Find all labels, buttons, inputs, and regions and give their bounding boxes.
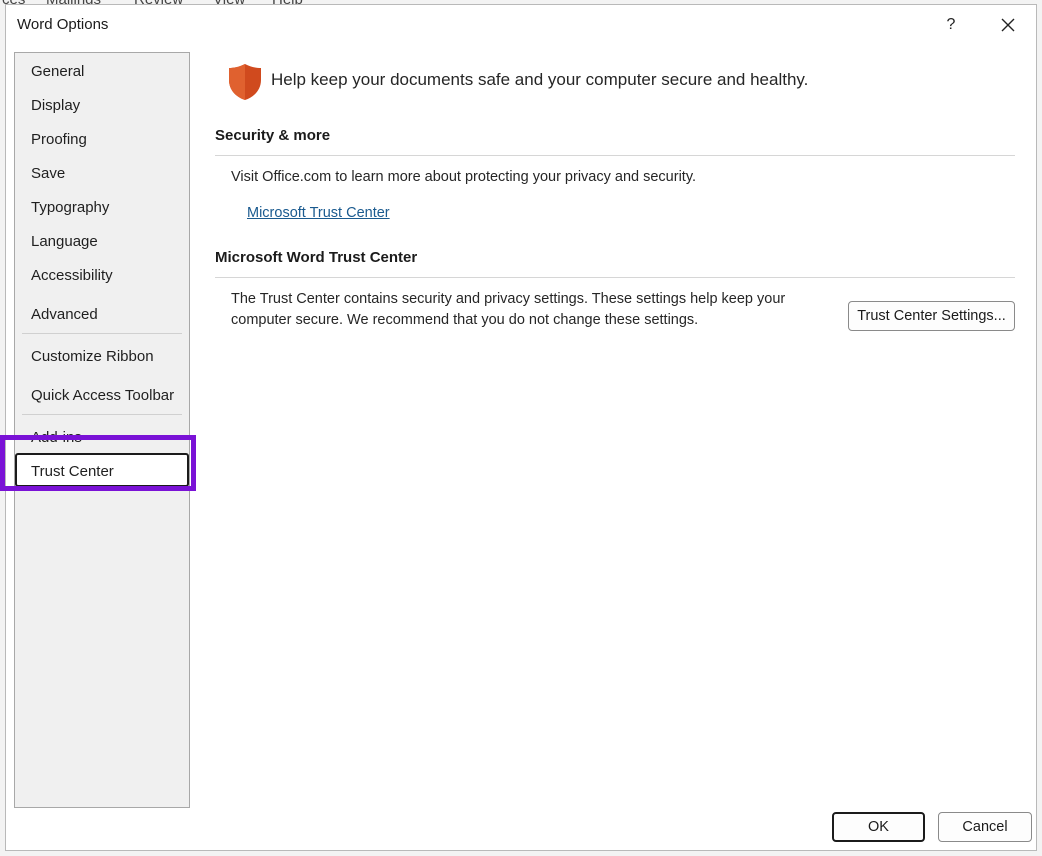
security-more-heading: Security & more xyxy=(215,127,331,144)
dialog-titlebar: Word Options ? xyxy=(6,5,1036,43)
sidebar-item-quick-access-toolbar[interactable]: Quick Access Toolbar xyxy=(31,387,174,404)
cancel-button[interactable]: Cancel xyxy=(938,812,1032,842)
sidebar-item-general[interactable]: General xyxy=(31,63,84,80)
sidebar-divider xyxy=(22,414,182,415)
sidebar-item-display[interactable]: Display xyxy=(31,97,80,114)
sidebar-item-save[interactable]: Save xyxy=(31,165,65,182)
word-trust-center-heading: Microsoft Word Trust Center xyxy=(215,249,418,266)
trust-center-settings-button[interactable]: Trust Center Settings... xyxy=(848,301,1015,331)
sidebar-item-typography[interactable]: Typography xyxy=(31,199,109,216)
options-sidebar: General Display Proofing Save Typography… xyxy=(14,52,190,808)
sidebar-item-language[interactable]: Language xyxy=(31,233,98,250)
help-button[interactable]: ? xyxy=(934,11,968,39)
section-divider xyxy=(215,277,1015,278)
word-options-dialog: Word Options ? General Display Proofing … xyxy=(5,4,1037,851)
sidebar-item-customize-ribbon[interactable]: Customize Ribbon xyxy=(31,348,154,365)
sidebar-item-proofing[interactable]: Proofing xyxy=(31,131,87,148)
trust-center-description-line1: The Trust Center contains security and p… xyxy=(231,291,786,307)
microsoft-trust-center-link[interactable]: Microsoft Trust Center xyxy=(247,205,390,221)
close-button[interactable] xyxy=(991,11,1025,39)
dialog-title: Word Options xyxy=(17,16,109,33)
sidebar-item-advanced[interactable]: Advanced xyxy=(31,306,98,323)
trust-center-headline: Help keep your documents safe and your c… xyxy=(271,70,809,89)
sidebar-item-accessibility[interactable]: Accessibility xyxy=(31,267,113,284)
security-description: Visit Office.com to learn more about pro… xyxy=(231,169,697,185)
section-divider xyxy=(215,155,1015,156)
sidebar-divider xyxy=(22,333,182,334)
shield-icon xyxy=(229,64,261,100)
trust-center-description-line2: computer secure. We recommend that you d… xyxy=(231,312,699,328)
sidebar-item-add-ins[interactable]: Add-ins xyxy=(31,429,82,446)
sidebar-item-trust-center[interactable]: Trust Center xyxy=(31,463,114,480)
ok-button[interactable]: OK xyxy=(832,812,925,842)
close-icon xyxy=(1001,18,1015,32)
